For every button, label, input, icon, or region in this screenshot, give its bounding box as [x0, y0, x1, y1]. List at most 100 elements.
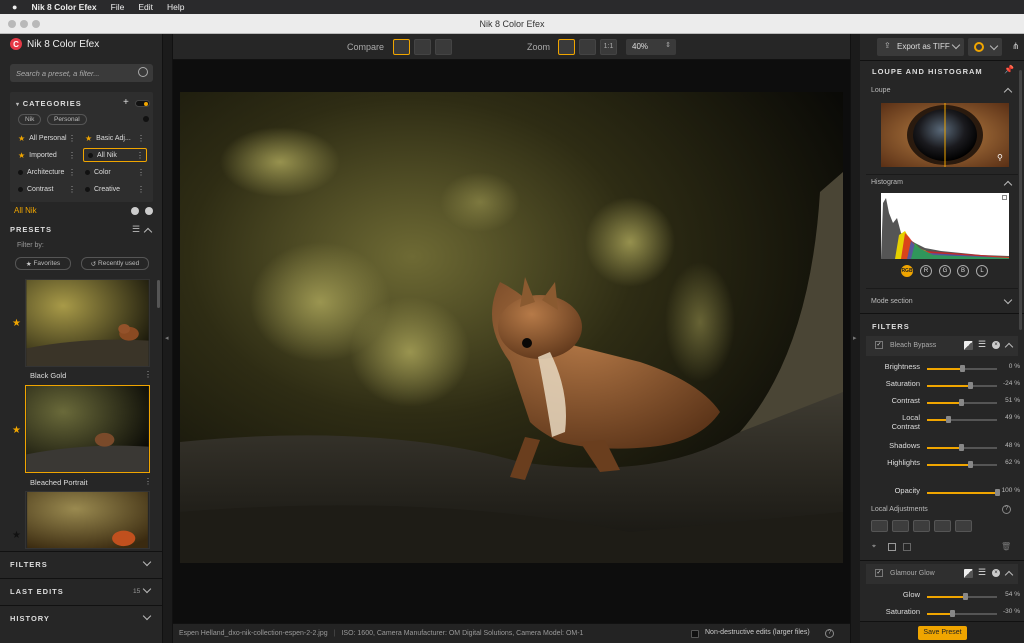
compare-stacked-button[interactable]: [435, 39, 452, 55]
slider-knob[interactable]: [946, 416, 951, 423]
shape-mask-button[interactable]: [913, 520, 930, 532]
more-icon[interactable]: ⋮: [68, 151, 76, 160]
histogram-clip-checkbox[interactable]: [1002, 195, 1007, 200]
loupe-pin-icon[interactable]: ⚲: [997, 153, 1003, 162]
recently-used-filter[interactable]: ↺ Recently used: [81, 257, 149, 270]
add-category-icon[interactable]: +: [123, 97, 129, 108]
zoom-window-button[interactable]: [32, 20, 40, 28]
filter-enable-checkbox[interactable]: ✓: [875, 341, 883, 349]
mode-section-label[interactable]: Mode section: [871, 298, 913, 305]
slider-track[interactable]: [927, 489, 1000, 496]
compare-single-button[interactable]: [393, 39, 410, 55]
channel-g-button[interactable]: G: [939, 265, 951, 277]
preset-thumb-next[interactable]: [25, 491, 150, 549]
more-icon[interactable]: ⋮: [144, 370, 152, 379]
trash-icon[interactable]: 🗑: [1001, 542, 1011, 551]
search-input[interactable]: Search a preset, a filter...: [10, 64, 153, 82]
search-icon[interactable]: [138, 67, 148, 77]
filter-menu-icon[interactable]: ☰: [978, 339, 986, 350]
channel-l-button[interactable]: L: [976, 265, 988, 277]
collapse-left-icon[interactable]: ◂: [165, 334, 169, 342]
help-icon[interactable]: ?: [825, 629, 834, 638]
slider-knob[interactable]: [960, 365, 965, 372]
presets-scrollbar[interactable]: [157, 280, 160, 308]
compare-split-button[interactable]: [414, 39, 431, 55]
pin-icon[interactable]: 📌: [1004, 65, 1014, 74]
filter-enable-checkbox[interactable]: ✓: [875, 569, 883, 577]
channel-b-button[interactable]: B: [957, 265, 969, 277]
favorites-filter[interactable]: ★ Favorites: [15, 257, 71, 270]
right-panel-collapse-strip[interactable]: ▸: [850, 34, 860, 643]
menu-edit[interactable]: Edit: [138, 2, 153, 12]
filter-mask-icon[interactable]: [964, 569, 973, 578]
slider-knob[interactable]: [958, 444, 964, 451]
more-icon[interactable]: ⋮: [68, 134, 76, 143]
zoom-1-1-button[interactable]: 1:1: [600, 39, 617, 55]
right-scrollbar[interactable]: [1019, 70, 1022, 330]
import-preset-icon[interactable]: [145, 207, 153, 215]
loupe-view[interactable]: [881, 103, 1009, 167]
filters-section[interactable]: FILTERS: [10, 560, 48, 569]
nondestructive-checkbox[interactable]: [691, 630, 699, 638]
slider-knob[interactable]: [949, 610, 955, 617]
gradient-button[interactable]: [892, 520, 909, 532]
eyedropper-icon[interactable]: ⌖: [872, 543, 876, 551]
zoom-fit-button[interactable]: [558, 39, 575, 55]
share-icon[interactable]: ⋔: [1012, 41, 1020, 52]
category-color[interactable]: Color ⋮: [81, 165, 147, 179]
preset-thumb-bleached-portrait[interactable]: [25, 385, 150, 473]
more-icon[interactable]: ⋮: [144, 477, 152, 486]
more-icon[interactable]: ⋮: [137, 185, 145, 194]
export-options-button[interactable]: [968, 38, 1002, 56]
list-view-icon[interactable]: ☰: [132, 224, 140, 235]
last-edits-section[interactable]: LAST EDITS: [10, 587, 64, 596]
slider-knob[interactable]: [962, 593, 968, 600]
pill-personal[interactable]: Personal: [47, 114, 87, 125]
add-preset-icon[interactable]: [131, 207, 139, 215]
category-creative[interactable]: Creative ⋮: [81, 182, 147, 196]
apple-icon[interactable]: ●: [12, 2, 17, 12]
slider-track[interactable]: [927, 399, 997, 406]
slider-track[interactable]: [927, 365, 997, 372]
menu-file[interactable]: File: [111, 2, 125, 12]
category-basic-adj[interactable]: ★ Basic Adj... ⋮: [81, 131, 147, 145]
duplicate-icon[interactable]: [903, 543, 911, 551]
slider-knob[interactable]: [968, 461, 974, 468]
more-icon[interactable]: ⋮: [137, 168, 145, 177]
category-all-nik[interactable]: All Nik ⋮: [83, 148, 147, 162]
minimize-window-button[interactable]: [20, 20, 28, 28]
category-all-personal[interactable]: ★ All Personal ⋮: [14, 131, 78, 145]
slider-track[interactable]: [927, 610, 997, 617]
zoom-select[interactable]: 40% ⇕: [626, 39, 676, 55]
favorite-star-icon[interactable]: ★: [12, 425, 21, 436]
collapse-right-icon[interactable]: ▸: [853, 334, 857, 342]
help-icon[interactable]: ?: [1002, 505, 1011, 514]
zoom-fill-button[interactable]: [579, 39, 596, 55]
menu-help[interactable]: Help: [167, 2, 184, 12]
slider-track[interactable]: [927, 444, 997, 451]
brush-button[interactable]: [934, 520, 951, 532]
mask-view-icon[interactable]: [888, 543, 896, 551]
export-button[interactable]: ⇪ Export as TIFF: [877, 38, 964, 56]
radio-icon[interactable]: [143, 116, 149, 122]
category-contrast[interactable]: Contrast ⋮: [14, 182, 78, 196]
main-photo[interactable]: [180, 92, 843, 563]
category-imported[interactable]: ★ Imported ⋮: [14, 148, 78, 162]
menu-app-name[interactable]: Nik 8 Color Efex: [31, 2, 96, 12]
categories-toggle[interactable]: [135, 100, 150, 107]
slider-track[interactable]: [927, 593, 997, 600]
pill-nik[interactable]: Nik: [18, 114, 42, 125]
history-section[interactable]: HISTORY: [10, 614, 50, 623]
channel-r-button[interactable]: R: [920, 265, 932, 277]
left-panel-collapse-strip[interactable]: ◂: [163, 34, 173, 643]
filter-menu-icon[interactable]: ☰: [978, 567, 986, 578]
more-icon[interactable]: ⋮: [136, 151, 144, 160]
more-icon[interactable]: ⋮: [137, 134, 145, 143]
filter-mask-icon[interactable]: [964, 341, 973, 350]
control-point-button[interactable]: [871, 520, 888, 532]
luminosity-mask-button[interactable]: [955, 520, 972, 532]
slider-track[interactable]: [927, 382, 997, 389]
filter-remove-icon[interactable]: ×: [992, 569, 1000, 577]
slider-track[interactable]: [927, 416, 997, 423]
filter-remove-icon[interactable]: ×: [992, 341, 1000, 349]
